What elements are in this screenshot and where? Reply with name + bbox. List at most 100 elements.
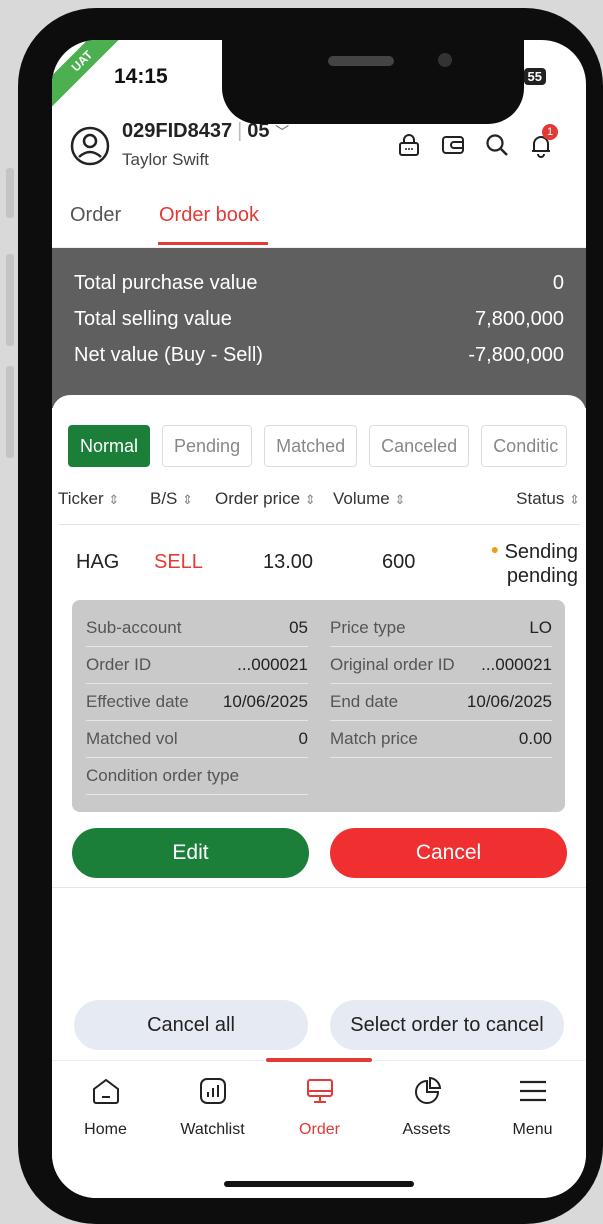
status-time: 14:15 bbox=[114, 65, 168, 88]
detail-row: Effective date 10/06/2025 bbox=[86, 684, 308, 721]
edit-button[interactable]: Edit bbox=[72, 828, 309, 878]
nav-label: Order bbox=[299, 1121, 340, 1138]
detail-row: End date 10/06/2025 bbox=[330, 684, 552, 721]
detail-label: Match price bbox=[330, 729, 418, 748]
col-label: Volume bbox=[333, 489, 390, 508]
filter-normal[interactable]: Normal bbox=[68, 425, 151, 467]
order-details: Sub-account 05 Order ID ...000021 Effectiv… bbox=[72, 600, 565, 812]
detail-value: 05 bbox=[289, 618, 308, 637]
order-volume: 600 bbox=[382, 551, 416, 573]
detail-value: 10/06/2025 bbox=[222, 692, 308, 711]
main-tabs: Order Order book bbox=[52, 190, 586, 248]
detail-row: Matched vol 0 bbox=[86, 721, 308, 758]
summary-row: Total selling value 7,800,000 bbox=[74, 308, 564, 331]
sort-icon: ⇕ bbox=[394, 492, 406, 507]
col-status[interactable]: Status ⇕ bbox=[516, 489, 580, 509]
detail-label: Original order ID bbox=[330, 655, 455, 674]
col-label: Status bbox=[516, 489, 565, 508]
tab-order-book[interactable]: Order book bbox=[159, 204, 259, 227]
filter-matched[interactable]: Matched bbox=[264, 425, 358, 467]
detail-row: Original order ID ...000021 bbox=[330, 647, 552, 684]
detail-row: Order ID ...000021 bbox=[86, 647, 308, 684]
detail-row: Condition order type bbox=[86, 758, 308, 795]
filter-canceled[interactable]: Canceled bbox=[369, 425, 470, 467]
monitor-icon bbox=[306, 1079, 333, 1103]
detail-label: Price type bbox=[330, 618, 406, 637]
phone-volume-up bbox=[6, 254, 14, 346]
summary-value: -7,800,000 bbox=[468, 344, 564, 366]
detail-value: LO bbox=[529, 618, 552, 637]
active-tab-indicator bbox=[158, 242, 268, 245]
order-side: SELL bbox=[154, 551, 203, 573]
col-ticker[interactable]: Ticker ⇕ bbox=[58, 489, 119, 509]
notch bbox=[222, 40, 524, 124]
chart-icon bbox=[199, 1078, 226, 1104]
divider bbox=[52, 887, 586, 888]
pie-icon bbox=[414, 1076, 441, 1104]
camera bbox=[438, 53, 452, 67]
active-nav-indicator bbox=[266, 1058, 372, 1062]
filter-pending[interactable]: Pending bbox=[162, 425, 253, 467]
cancel-button[interactable]: Cancel bbox=[330, 828, 567, 878]
detail-value: 10/06/2025 bbox=[466, 692, 552, 711]
home-indicator[interactable] bbox=[224, 1181, 414, 1187]
battery-icon: 55 bbox=[523, 67, 546, 85]
nav-menu[interactable]: Menu bbox=[479, 1075, 586, 1139]
header-actions: 1 bbox=[394, 124, 558, 160]
app-screen: UAT 14:15 ▂▄▆ 4G 55 029FID8437|05 ﹀ Tayl… bbox=[52, 40, 586, 1198]
order-sheet: Normal Pending Matched Canceled Conditic… bbox=[52, 395, 586, 1060]
filter-conditional[interactable]: Conditic bbox=[481, 425, 568, 467]
detail-label: Condition order type bbox=[86, 766, 240, 785]
bell-icon[interactable]: 1 bbox=[526, 124, 558, 160]
detail-label: Effective date bbox=[86, 692, 189, 711]
col-order-price[interactable]: Order price ⇕ bbox=[215, 489, 316, 509]
detail-label: Sub-account bbox=[86, 618, 182, 637]
summary-row: Total purchase value 0 bbox=[74, 272, 564, 295]
col-volume[interactable]: Volume ⇕ bbox=[333, 489, 405, 509]
value-summary: Total purchase value 0 Total selling valu… bbox=[52, 248, 586, 408]
summary-label: Net value (Buy - Sell) bbox=[74, 344, 263, 366]
chevron-down-icon: ﹀ bbox=[275, 124, 290, 140]
cancel-all-button[interactable]: Cancel all bbox=[74, 1000, 308, 1050]
detail-label: Matched vol bbox=[86, 729, 178, 748]
nav-home[interactable]: Home bbox=[52, 1075, 159, 1139]
search-icon[interactable] bbox=[482, 130, 512, 160]
nav-order[interactable]: Order bbox=[266, 1075, 373, 1139]
details-right: Price type LO Original order ID ...000021 … bbox=[330, 610, 552, 758]
phone-volume-down bbox=[6, 366, 14, 458]
status-filters: Normal Pending Matched Canceled Conditic bbox=[68, 425, 568, 467]
order-ticker: HAG bbox=[76, 551, 120, 573]
summary-row: Net value (Buy - Sell) -7,800,000 bbox=[74, 344, 564, 367]
summary-value: 0 bbox=[552, 272, 564, 294]
status-line: Sending bbox=[504, 541, 578, 563]
detail-row: Sub-account 05 bbox=[86, 610, 308, 647]
detail-label: End date bbox=[330, 692, 399, 711]
col-label: Ticker bbox=[58, 489, 104, 508]
col-bs[interactable]: B/S ⇕ bbox=[150, 489, 193, 509]
avatar-icon[interactable] bbox=[70, 126, 110, 166]
nav-label: Watchlist bbox=[180, 1121, 245, 1138]
bottom-nav: Home Watchlist Order Assets Menu bbox=[52, 1058, 586, 1198]
summary-label: Total selling value bbox=[74, 308, 232, 330]
detail-value: 0 bbox=[298, 729, 308, 748]
nav-watchlist[interactable]: Watchlist bbox=[159, 1075, 266, 1139]
col-label: Order price bbox=[215, 489, 301, 508]
tab-order[interactable]: Order bbox=[70, 204, 121, 227]
sort-icon: ⇕ bbox=[304, 492, 316, 507]
status-dot-icon: ● bbox=[490, 541, 500, 557]
lock-icon[interactable] bbox=[394, 130, 424, 160]
sort-icon: ⇕ bbox=[108, 492, 120, 507]
nav-label: Menu bbox=[512, 1121, 553, 1138]
phone-side-button bbox=[6, 168, 14, 218]
nav-assets[interactable]: Assets bbox=[373, 1075, 480, 1139]
order-price: 13.00 bbox=[263, 551, 314, 573]
select-order-to-cancel-button[interactable]: Select order to cancel bbox=[330, 1000, 564, 1050]
nav-label: Home bbox=[84, 1121, 127, 1138]
detail-row: Price type LO bbox=[330, 610, 552, 647]
detail-value: ...000021 bbox=[481, 655, 552, 674]
table-row[interactable]: HAG SELL 13.00 600 ● Sending pending bbox=[52, 527, 586, 597]
summary-label: Total purchase value bbox=[74, 272, 258, 294]
detail-label: Order ID bbox=[86, 655, 152, 674]
sort-icon: ⇕ bbox=[182, 492, 194, 507]
wallet-icon[interactable] bbox=[438, 130, 468, 160]
